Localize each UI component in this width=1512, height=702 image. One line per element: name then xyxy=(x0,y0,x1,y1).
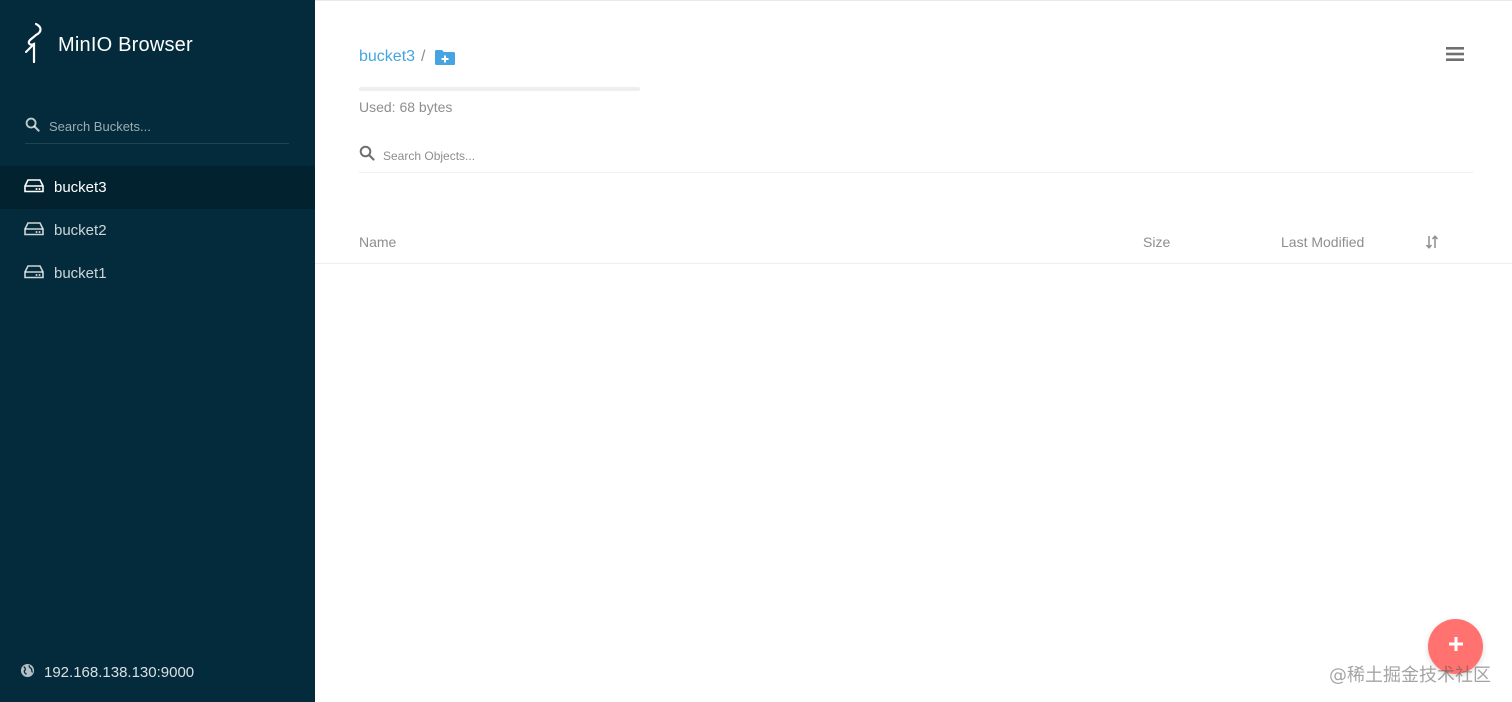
usage-progress-bar xyxy=(359,87,640,91)
column-header-name[interactable]: Name xyxy=(359,234,396,250)
bucket-label: bucket2 xyxy=(54,222,107,239)
usage-text: Used: 68 bytes xyxy=(359,99,453,115)
breadcrumb-bucket[interactable]: bucket3 xyxy=(359,48,415,66)
logo: MinIO Browser xyxy=(22,22,193,69)
bucket-label: bucket3 xyxy=(54,179,107,196)
bucket-label: bucket1 xyxy=(54,265,107,282)
bucket-search xyxy=(25,110,289,144)
breadcrumb-separator: / xyxy=(421,48,426,65)
host-text: 192.168.138.130:9000 xyxy=(44,663,195,681)
bucket-list: bucket3 bucket2 bucket1 xyxy=(0,166,315,295)
plus-icon xyxy=(1448,636,1464,657)
minio-logo-icon xyxy=(22,22,46,69)
object-search xyxy=(359,139,1473,173)
globe-icon xyxy=(20,663,44,682)
search-icon xyxy=(25,117,40,137)
sidebar: MinIO Browser bucket3 bucket2 xyxy=(0,0,315,702)
folder-plus-icon[interactable] xyxy=(434,49,456,66)
search-icon xyxy=(359,145,375,166)
sidebar-item-bucket1[interactable]: bucket1 xyxy=(0,252,315,295)
minio-browser-app: MinIO Browser bucket3 bucket2 xyxy=(0,0,1512,702)
watermark: @稀土掘金技术社区 xyxy=(1329,665,1491,686)
sidebar-item-bucket3[interactable]: bucket3 xyxy=(0,166,315,209)
host-address: 192.168.138.130:9000 xyxy=(20,660,194,684)
hard-drive-icon xyxy=(24,264,54,283)
main-content: bucket3 / Used: 68 bytes Name Size Last … xyxy=(315,0,1512,702)
bucket-search-input[interactable] xyxy=(49,119,269,134)
sidebar-item-bucket2[interactable]: bucket2 xyxy=(0,209,315,252)
column-header-last-modified[interactable]: Last Modified xyxy=(1281,234,1364,250)
hamburger-menu-icon[interactable] xyxy=(1445,45,1465,63)
app-title: MinIO Browser xyxy=(58,33,193,56)
sort-icon[interactable] xyxy=(1425,235,1439,249)
hard-drive-icon xyxy=(24,221,54,240)
object-search-input[interactable] xyxy=(383,148,783,163)
hard-drive-icon xyxy=(24,178,54,197)
column-header-size[interactable]: Size xyxy=(1143,234,1170,250)
objects-table-header: Name Size Last Modified xyxy=(315,223,1512,264)
breadcrumb: bucket3 / xyxy=(359,45,456,69)
